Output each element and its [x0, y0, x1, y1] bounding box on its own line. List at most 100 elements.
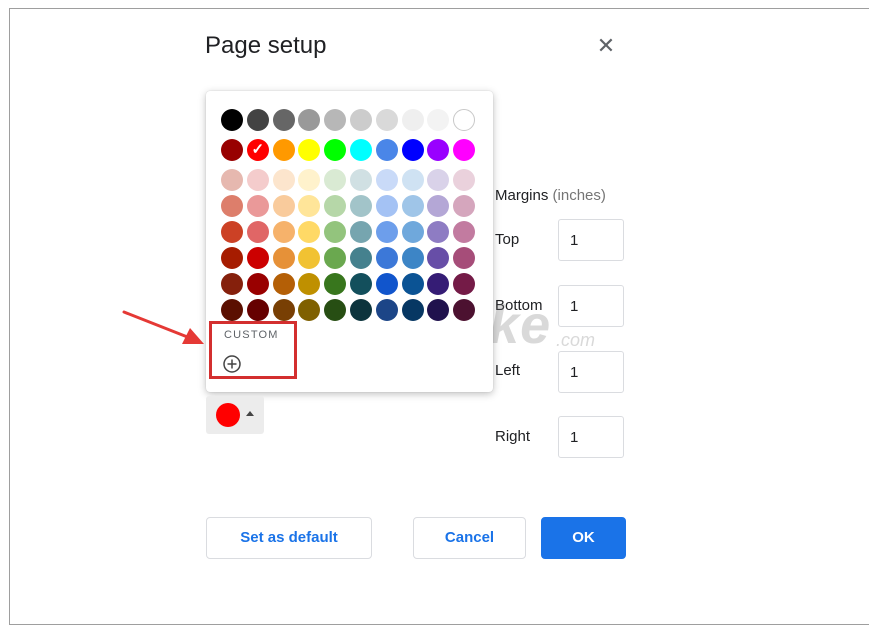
color-swatch[interactable]: [350, 109, 372, 131]
color-swatch[interactable]: [272, 139, 295, 161]
color-swatch[interactable]: [350, 169, 372, 191]
color-swatch[interactable]: [324, 273, 347, 295]
color-swatch[interactable]: [221, 247, 243, 269]
color-swatch[interactable]: [324, 139, 347, 161]
left-label: Left: [495, 362, 521, 379]
color-swatch[interactable]: [453, 169, 476, 191]
red-arrow-icon: [122, 310, 204, 344]
color-swatch[interactable]: [350, 247, 372, 269]
color-swatch[interactable]: [453, 247, 476, 269]
color-swatch[interactable]: [246, 247, 269, 269]
caret-up-icon: [246, 411, 254, 416]
top-label: Top: [495, 231, 520, 248]
color-swatch[interactable]: [401, 195, 424, 217]
color-swatch[interactable]: [221, 273, 243, 295]
color-swatch[interactable]: [246, 109, 269, 131]
color-swatch[interactable]: [401, 109, 424, 131]
color-swatch[interactable]: [298, 169, 321, 191]
color-swatch[interactable]: [427, 109, 450, 131]
color-swatch[interactable]: [453, 299, 476, 321]
color-swatch[interactable]: [375, 273, 398, 295]
color-swatch[interactable]: [221, 195, 243, 217]
color-swatch[interactable]: [298, 109, 321, 131]
color-swatch[interactable]: [427, 247, 450, 269]
color-swatch[interactable]: [375, 169, 398, 191]
color-swatch[interactable]: [221, 299, 243, 321]
color-swatch[interactable]: [401, 247, 424, 269]
color-swatch[interactable]: [324, 195, 347, 217]
color-swatch[interactable]: [401, 169, 424, 191]
page-color-button[interactable]: [206, 396, 264, 434]
close-icon[interactable]: ✕: [594, 34, 618, 58]
color-swatch[interactable]: [221, 139, 243, 161]
color-swatch[interactable]: [375, 247, 398, 269]
color-swatch[interactable]: [272, 221, 295, 243]
color-swatch[interactable]: [401, 299, 424, 321]
color-swatch[interactable]: [350, 273, 372, 295]
cancel-button[interactable]: Cancel: [413, 517, 526, 559]
right-label: Right: [495, 428, 531, 445]
margins-unit: (inches): [552, 187, 606, 204]
color-swatch[interactable]: [298, 247, 321, 269]
color-swatch[interactable]: [246, 273, 269, 295]
color-swatch[interactable]: [221, 109, 243, 131]
set-as-default-button[interactable]: Set as default: [206, 517, 372, 559]
left-margin-field[interactable]: [558, 351, 624, 393]
color-swatch[interactable]: [427, 273, 450, 295]
color-swatch[interactable]: [298, 195, 321, 217]
color-swatch[interactable]: [453, 221, 476, 243]
color-swatch[interactable]: [375, 109, 398, 131]
color-swatch[interactable]: [401, 273, 424, 295]
color-swatch[interactable]: [272, 247, 295, 269]
color-swatch[interactable]: [324, 247, 347, 269]
color-swatch[interactable]: [401, 139, 424, 161]
color-swatch[interactable]: [427, 139, 450, 161]
color-swatch[interactable]: [272, 169, 295, 191]
color-swatch[interactable]: [375, 299, 398, 321]
color-swatch[interactable]: [298, 221, 321, 243]
ok-button[interactable]: OK: [541, 517, 626, 559]
color-swatch[interactable]: [221, 169, 243, 191]
color-swatch[interactable]: [272, 109, 295, 131]
color-swatch[interactable]: [350, 221, 372, 243]
color-swatch[interactable]: [298, 139, 321, 161]
dialog-title: Page setup: [205, 32, 327, 59]
color-swatch[interactable]: [427, 169, 450, 191]
color-swatch[interactable]: ✓: [246, 139, 269, 161]
color-swatch[interactable]: [453, 195, 476, 217]
color-swatch[interactable]: [427, 195, 450, 217]
color-swatch[interactable]: [324, 169, 347, 191]
color-swatch[interactable]: [298, 273, 321, 295]
color-swatch[interactable]: [324, 221, 347, 243]
color-swatch[interactable]: [453, 273, 476, 295]
color-swatch[interactable]: [246, 169, 269, 191]
color-swatch[interactable]: [324, 109, 347, 131]
color-swatch[interactable]: [246, 221, 269, 243]
color-swatch[interactable]: [272, 299, 295, 321]
color-swatch[interactable]: [221, 221, 243, 243]
color-swatch[interactable]: [350, 195, 372, 217]
color-swatch[interactable]: [401, 221, 424, 243]
color-swatch[interactable]: [246, 299, 269, 321]
color-swatch[interactable]: [375, 139, 398, 161]
color-swatch[interactable]: [298, 299, 321, 321]
color-swatch[interactable]: [427, 221, 450, 243]
top-margin-field[interactable]: [558, 219, 624, 261]
color-swatch[interactable]: [246, 195, 269, 217]
color-swatch[interactable]: [375, 221, 398, 243]
color-swatch[interactable]: [272, 273, 295, 295]
color-swatch[interactable]: [272, 195, 295, 217]
color-swatch[interactable]: [375, 195, 398, 217]
color-swatch[interactable]: [350, 299, 372, 321]
margins-label: Margins (inches): [495, 187, 606, 204]
color-swatch[interactable]: [453, 139, 476, 161]
color-swatch[interactable]: [453, 109, 476, 131]
color-swatch[interactable]: [427, 299, 450, 321]
custom-highlight-box: [209, 321, 297, 379]
page-color-dot: [216, 403, 240, 427]
color-swatch[interactable]: [324, 299, 347, 321]
margins-title: Margins: [495, 187, 549, 204]
bottom-margin-field[interactable]: [558, 285, 624, 327]
right-margin-field[interactable]: [558, 416, 624, 458]
color-swatch[interactable]: [350, 139, 372, 161]
